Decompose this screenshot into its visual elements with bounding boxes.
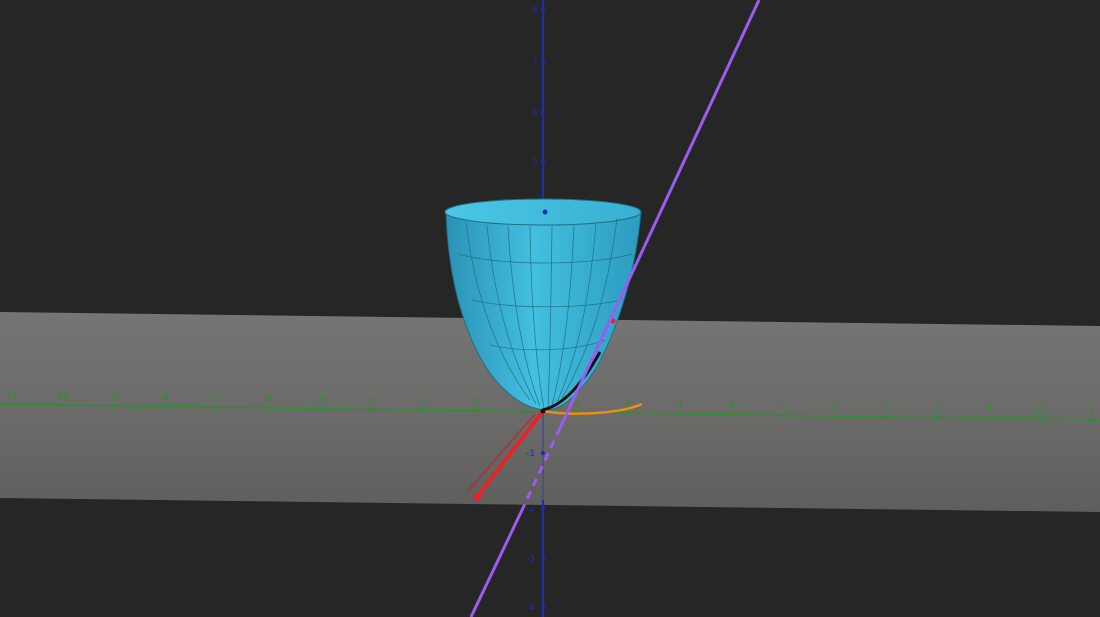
z-tick-label: -1 [526,449,535,459]
x-tick-mark [471,409,476,413]
z-axis-point [542,209,548,215]
x-tick-mark [265,406,270,410]
x-tick-label: -3 [418,397,427,407]
3d-graphics-canvas[interactable]: 87654 -1-2-3-4 -11-10-9-8-7-6-5-4-3-2-11… [0,0,1100,617]
z-tick-mark [541,159,545,163]
origin-point [540,408,546,414]
geogebra-3d-view[interactable]: 87654 -1-2-3-4 -11-10-9-8-7-6-5-4-3-2-11… [0,0,1100,617]
z-tick-mark [541,60,545,64]
z-tick-label: 8 [532,6,538,16]
x-tick-label: -4 [366,396,375,406]
x-tick-label: -8 [160,393,169,403]
x-tick-mark [111,403,115,408]
x-tick-label: 10 [1035,406,1047,416]
z-tick-label: 6 [532,108,538,118]
x-tick-label: 1 [1089,407,1095,417]
x-tick-label: 5 [780,402,786,412]
x-tick-mark [729,412,734,417]
x-tick-mark [1090,418,1094,422]
z-tick-mark [541,556,545,560]
z-tick-label: -3 [526,554,535,564]
x-tick-label: -7 [212,394,221,404]
x-tick-label: 4 [728,402,734,412]
x-tick-label: 8 [935,405,941,415]
x-tick-mark [523,409,528,414]
tangent-line-lower [469,507,525,617]
x-tick-mark [8,402,12,406]
x-tick-label: -9 [109,393,118,403]
x-tick-label: 6 [832,403,838,413]
x-tick-label: 1 [574,399,580,409]
x-tick-mark [368,407,373,412]
x-tick-label: 7 [883,404,889,414]
x-tick-mark [317,406,321,411]
z-tick-label: 7 [532,58,538,68]
x-tick-label: -10 [54,392,69,402]
x-tick-mark [832,414,837,418]
x-tick-label: -6 [263,395,272,405]
z-tick-mark [541,506,545,510]
x-tick-mark [626,411,631,415]
x-tick-mark [935,415,940,420]
x-tick-mark [1038,417,1043,421]
z-tick-mark [541,605,545,609]
z-tick-mark [541,110,545,114]
x-tick-label: -2 [469,398,478,408]
x-tick-mark [214,405,218,409]
x-tick-label: -11 [3,391,18,401]
z-tick-label: -4 [526,603,535,613]
z-tick-mark [541,8,545,12]
red-point[interactable] [473,493,481,501]
x-tick-mark [987,416,991,421]
x-tick-label: 3 [677,401,683,411]
x-tick-label: 9 [986,405,992,415]
x-tick-mark [59,403,64,407]
z-tick-label: -2 [526,504,535,514]
x-tick-mark [781,413,785,418]
x-tick-mark [420,408,424,412]
x-tick-mark [162,404,167,409]
x-tick-mark [678,412,682,416]
z-tick-mark [541,451,545,455]
x-tick-mark [884,415,888,419]
z-tick-label: 5 [532,157,538,167]
x-tick-label: -5 [315,396,324,406]
